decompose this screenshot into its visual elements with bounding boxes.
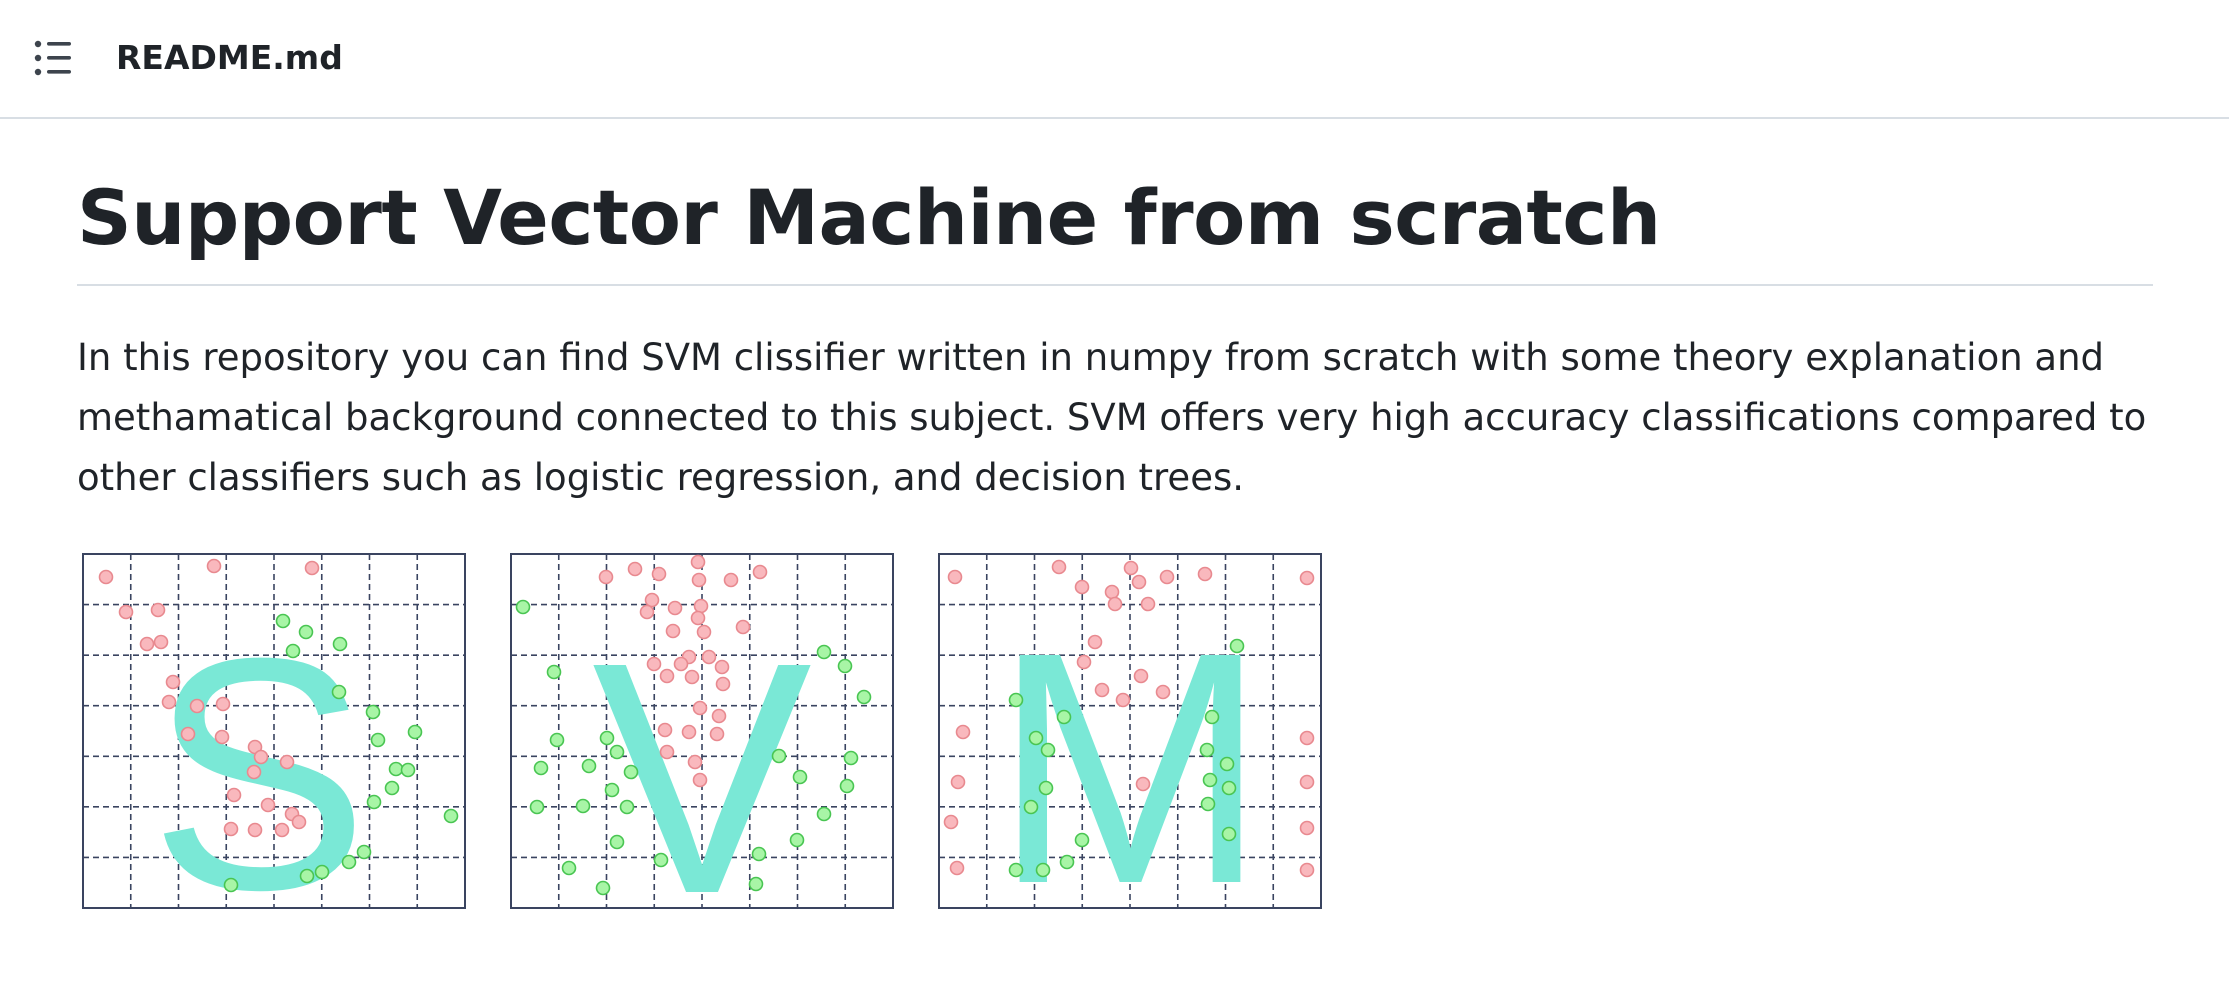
table-of-contents-button[interactable] (34, 38, 78, 78)
readme-description: In this repository you can find SVM clis… (77, 336, 2147, 499)
list-icon (34, 40, 71, 76)
banner-panel-s: S (82, 553, 466, 910)
file-name: README.md (116, 38, 343, 77)
page-title: Support Vector Machine from scratch (77, 173, 1661, 262)
title-divider (77, 284, 2153, 286)
banner-panel-m: M (938, 553, 1322, 910)
file-header: README.md (0, 0, 2229, 119)
banner-panel-v: V (510, 553, 894, 910)
svg-text:M: M (993, 583, 1268, 910)
